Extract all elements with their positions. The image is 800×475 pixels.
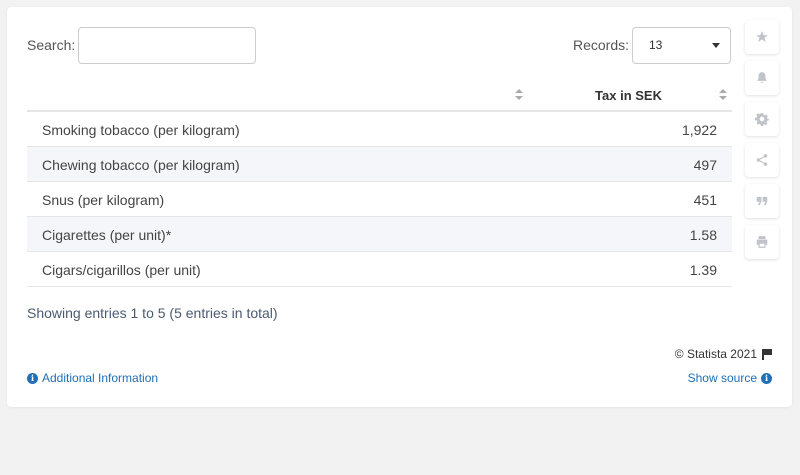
share-button[interactable] — [745, 143, 779, 177]
table-row: Snus (per kilogram) 451 — [27, 182, 732, 217]
bell-icon — [757, 72, 767, 84]
print-icon — [756, 236, 768, 248]
row-label: Chewing tobacco (per kilogram) — [42, 157, 240, 173]
chevron-down-icon — [712, 43, 720, 48]
row-value: 1.58 — [689, 227, 717, 243]
print-button[interactable] — [745, 225, 779, 259]
additional-information-link[interactable]: i Additional Information — [27, 371, 158, 385]
sort-icon[interactable] — [719, 89, 727, 103]
row-label: Cigarettes (per unit)* — [42, 227, 172, 243]
info-icon: i — [761, 372, 772, 384]
table-row: Chewing tobacco (per kilogram) 497 — [27, 147, 732, 182]
flag-icon[interactable] — [762, 348, 772, 360]
row-value: 451 — [693, 192, 717, 208]
additional-information-label: Additional Information — [42, 371, 159, 385]
data-table: Tax in SEK Smoking tobacco (per kilogram… — [27, 79, 732, 287]
settings-button[interactable] — [745, 102, 779, 136]
entries-summary: Showing entries 1 to 5 (5 entries in tot… — [27, 305, 278, 321]
table-card: Search: Records: 13 Tax in SEK Smoking t… — [7, 7, 792, 407]
records-label: Records: — [573, 37, 630, 53]
star-icon — [756, 31, 768, 42]
copyright: © Statista 2021 — [675, 347, 772, 361]
gear-icon — [755, 113, 769, 126]
search-input[interactable] — [78, 27, 256, 64]
search-label: Search: — [27, 37, 76, 53]
row-value: 497 — [693, 157, 717, 173]
table-header: Tax in SEK — [27, 79, 732, 112]
share-icon — [756, 154, 768, 166]
favorite-button[interactable] — [745, 20, 779, 54]
row-label: Snus (per kilogram) — [42, 192, 165, 208]
records-value: 13 — [649, 38, 663, 52]
action-sidebar — [745, 20, 780, 266]
cite-button[interactable] — [745, 184, 779, 218]
row-label: Cigars/cigarillos (per unit) — [42, 262, 201, 278]
info-icon: i — [27, 372, 38, 384]
quote-icon — [756, 196, 768, 206]
table-row: Cigars/cigarillos (per unit) 1.39 — [27, 252, 732, 287]
table-row: Cigarettes (per unit)* 1.58 — [27, 217, 732, 252]
show-source-label: Show source — [687, 371, 757, 385]
row-value: 1,922 — [681, 122, 717, 138]
copyright-text: © Statista 2021 — [674, 347, 757, 361]
column-header-tax[interactable]: Tax in SEK — [595, 88, 662, 103]
row-value: 1.39 — [689, 262, 717, 278]
table-row: Smoking tobacco (per kilogram) 1,922 — [27, 112, 732, 147]
row-label: Smoking tobacco (per kilogram) — [42, 122, 240, 138]
records-select[interactable]: 13 — [632, 27, 731, 64]
show-source-link[interactable]: Show source i — [688, 371, 772, 385]
notification-button[interactable] — [745, 61, 779, 95]
sort-icon[interactable] — [515, 89, 523, 103]
